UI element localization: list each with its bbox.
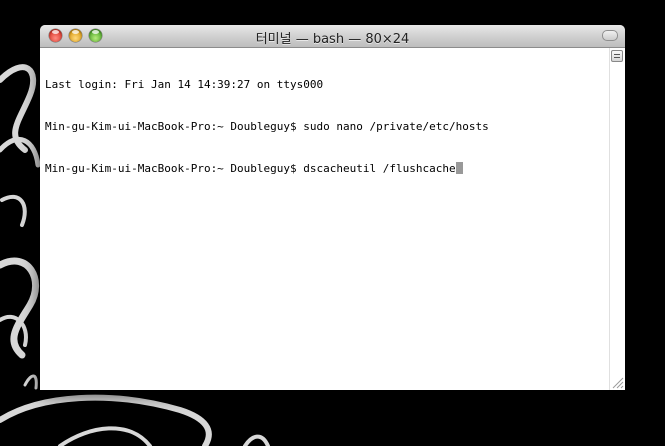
terminal-line-current: Min-gu-Kim-ui-MacBook-Pro:~ Doubleguy$ d…	[45, 162, 489, 176]
terminal-window: 터미널 — bash — 80×24 Last login: Fri Jan 1…	[40, 25, 625, 390]
vertical-scrollbar[interactable]	[609, 48, 625, 390]
split-pane-icon[interactable]	[611, 50, 623, 62]
terminal-line: Min-gu-Kim-ui-MacBook-Pro:~ Doubleguy$ s…	[45, 120, 489, 133]
terminal-line-text: Min-gu-Kim-ui-MacBook-Pro:~ Doubleguy$ d…	[45, 162, 456, 175]
toolbar-toggle-icon[interactable]	[602, 30, 618, 41]
terminal-line: Last login: Fri Jan 14 14:39:27 on ttys0…	[45, 78, 324, 91]
resize-grip-icon[interactable]	[611, 376, 624, 389]
terminal-output: Last login: Fri Jan 14 14:39:27 on ttys0…	[45, 50, 489, 204]
window-title: 터미널 — bash — 80×24	[255, 32, 410, 47]
window-titlebar[interactable]: 터미널 — bash — 80×24	[40, 25, 625, 48]
terminal-content-area[interactable]: Last login: Fri Jan 14 14:39:27 on ttys0…	[40, 48, 610, 390]
text-cursor	[455, 162, 463, 174]
